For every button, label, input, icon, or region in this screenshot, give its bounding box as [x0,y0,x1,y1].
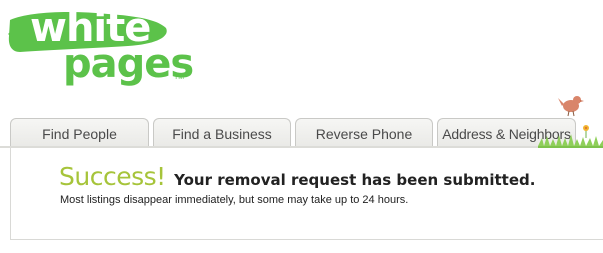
main-tab-bar: Find People Find a Business Reverse Phon… [0,114,603,150]
tab-find-people[interactable]: Find People [10,118,149,148]
grass-bird-decoration [538,94,603,150]
grass-icon [538,134,603,148]
bird-icon [558,96,584,117]
flower-icon [583,125,589,138]
logo-trademark: TM [174,74,185,81]
whitepages-logo[interactable]: white pages TM [8,6,194,90]
success-label: Success! [59,162,166,191]
tab-reverse-phone[interactable]: Reverse Phone [295,118,433,148]
removal-timing-note: Most listings disappear immediately, but… [60,194,409,206]
confirmation-panel: Success! Your removal request has been s… [10,148,603,240]
success-heading: Success! Your removal request has been s… [59,162,535,191]
tab-find-a-business[interactable]: Find a Business [153,118,291,148]
removal-confirmation-text: Your removal request has been submitted. [174,171,536,189]
